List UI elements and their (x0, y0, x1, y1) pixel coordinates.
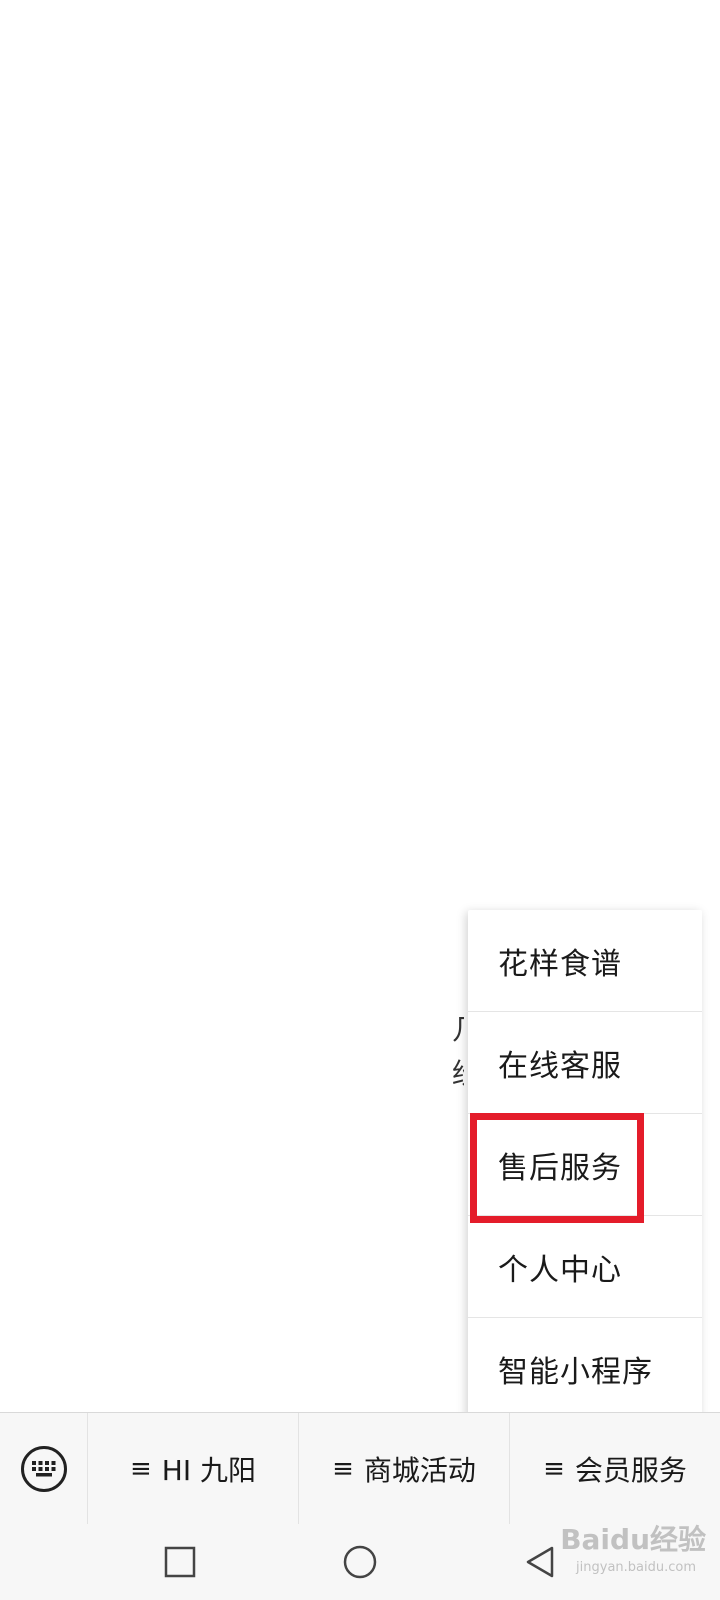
member-service-popup-menu: 花样食谱 在线客服 售后服务 个人中心 智能小程序 (468, 910, 702, 1420)
menu-icon: ≡ (543, 1453, 565, 1484)
keyboard-icon (20, 1445, 67, 1492)
background-text-fragment: 纷 (452, 1052, 464, 1088)
menu-tab-mall-activities[interactable]: ≡ 商城活动 (299, 1412, 510, 1525)
menu-tab-member-services[interactable]: ≡ 会员服务 (510, 1413, 720, 1525)
official-account-menu-bar: ≡ HI 九阳 ≡ 商城活动 ≡ 会员服务 (0, 1412, 720, 1525)
popup-item-label: 在线客服 (498, 1048, 622, 1084)
popup-item-after-sales[interactable]: 售后服务 (468, 1114, 702, 1216)
menu-tab-hi-joyoung[interactable]: ≡ HI 九阳 (88, 1412, 299, 1525)
menu-tab-label: 商城活动 (363, 1453, 476, 1487)
popup-item-online-service[interactable]: 在线客服 (468, 1012, 702, 1114)
background-text-fragment: 几 (452, 1008, 464, 1044)
triangle-back-icon (526, 1546, 554, 1578)
popup-item-label: 个人中心 (498, 1252, 622, 1288)
menu-tab-label: 会员服务 (574, 1453, 687, 1487)
popup-item-recipes[interactable]: 花样食谱 (468, 910, 702, 1012)
home-button[interactable] (330, 1532, 390, 1592)
popup-item-personal-center[interactable]: 个人中心 (468, 1216, 702, 1318)
recents-button[interactable] (150, 1532, 210, 1592)
menu-icon: ≡ (129, 1453, 152, 1484)
square-recents-icon (164, 1546, 196, 1578)
circle-home-icon (343, 1545, 377, 1579)
baidu-jingyan-watermark: Baidu经验 (560, 1523, 706, 1556)
popup-item-label: 花样食谱 (498, 946, 622, 982)
popup-item-label: 售后服务 (498, 1150, 622, 1186)
menu-icon: ≡ (332, 1453, 354, 1484)
popup-item-label: 智能小程序 (498, 1355, 653, 1390)
keyboard-toggle-button[interactable] (0, 1412, 88, 1525)
menu-tab-label: HI 九阳 (161, 1453, 256, 1487)
screen: 几 纷 … 花样食谱 在线客服 售后服务 个人中心 智能小程序 (0, 0, 720, 1600)
popup-item-mini-program[interactable]: 智能小程序 (468, 1318, 702, 1420)
watermark-url: jingyan.baidu.com (576, 1560, 696, 1575)
background-text-fragment: … (480, 896, 494, 906)
